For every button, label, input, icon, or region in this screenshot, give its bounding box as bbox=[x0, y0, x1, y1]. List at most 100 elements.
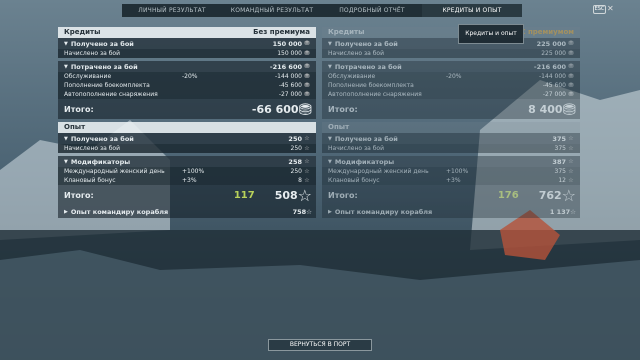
credits-icon: ⛃ bbox=[304, 73, 310, 80]
star-icon: ☆ bbox=[561, 185, 576, 205]
triangle-down-icon: ▼ bbox=[64, 158, 68, 165]
tooltip: Кредиты и опыт bbox=[458, 24, 524, 44]
modifiers-label: Модификаторы bbox=[334, 157, 395, 166]
triangle-down-icon: ▼ bbox=[328, 63, 332, 70]
tab-credits-experience[interactable]: КРЕДИТЫ И ОПЫТ bbox=[422, 4, 522, 17]
ammo-row: Пополнение боекомплекта -45 600 ⛃ bbox=[322, 81, 580, 90]
premium-panel: Кредиты С премиумом ▼ Получено за бой 225 … bbox=[322, 27, 580, 218]
credits-total-label: Итого: bbox=[64, 104, 94, 114]
credits-total-value: -66 600 bbox=[251, 102, 299, 116]
exp-accrued-row: Начислено за бой 375 ☆ bbox=[322, 144, 580, 153]
spent-value: -216 600 bbox=[269, 62, 302, 71]
free-exp-value: 117 bbox=[233, 189, 255, 201]
star-icon: ☆ bbox=[304, 135, 310, 142]
close-icon[interactable]: ✕ bbox=[607, 4, 614, 13]
exp-accrued-row: Начислено за бой 250 ☆ bbox=[58, 144, 316, 153]
return-to-port-button[interactable]: ВЕРНУТЬСЯ В ПОРТ bbox=[268, 339, 372, 351]
credits-icon: ⛃ bbox=[568, 50, 574, 57]
credits-icon: ⛃ bbox=[562, 99, 576, 119]
credits-icon: ⛃ bbox=[304, 50, 310, 57]
exp-earned-label: Получено за бой bbox=[70, 134, 134, 143]
credits-title: Кредиты bbox=[328, 28, 365, 36]
experience-title: Опыт bbox=[328, 123, 350, 131]
exp-total-value: 762 bbox=[538, 188, 562, 202]
womens-day-row: Международный женский день +100% 375 ☆ bbox=[322, 167, 580, 176]
exp-earned-label: Получено за бой bbox=[334, 134, 398, 143]
star-icon: ☆ bbox=[568, 135, 574, 142]
service-label: Обслуживание bbox=[328, 73, 376, 80]
clan-bonus-value: 12 bbox=[558, 177, 566, 184]
spent-row[interactable]: ▼ Потрачено за бой -216 600 ⛃ bbox=[58, 61, 316, 72]
ammo-row: Пополнение боекомплекта -45 600 ⛃ bbox=[58, 81, 316, 90]
credits-total-row: Итого: 8 400 ⛃ bbox=[322, 99, 580, 119]
exp-earned-row[interactable]: ▼ Получено за бой 375 ☆ bbox=[322, 133, 580, 144]
commander-exp-value: 1 137 bbox=[549, 207, 571, 216]
credits-icon: ⛃ bbox=[304, 82, 310, 89]
tab-personal-result[interactable]: ЛИЧНЫЙ РЕЗУЛЬТАТ bbox=[122, 4, 222, 17]
womens-day-value: 250 bbox=[290, 168, 302, 175]
credits-title: Кредиты bbox=[64, 28, 101, 36]
star-icon: ☆ bbox=[568, 177, 574, 184]
auto-supply-row: Автопополнение снаряжения -27 000 ⛃ bbox=[322, 90, 580, 99]
earned-row[interactable]: ▼ Получено за бой 225 000 ⛃ bbox=[322, 38, 580, 49]
service-percent: -20% bbox=[446, 73, 462, 80]
free-exp-value: 176 bbox=[497, 189, 519, 201]
commander-exp-label: Опыт командиру корабля bbox=[70, 207, 169, 216]
spent-label: Потрачено за бой bbox=[70, 62, 138, 71]
tab-team-result[interactable]: КОМАНДНЫЙ РЕЗУЛЬТАТ bbox=[222, 4, 322, 17]
credits-icon: ⛃ bbox=[568, 63, 574, 70]
womens-day-label: Международный женский день bbox=[64, 168, 165, 175]
modifiers-row[interactable]: ▼ Модификаторы 387 ☆ bbox=[322, 156, 580, 167]
accrued-value: 225 000 bbox=[541, 50, 566, 57]
credits-icon: ⛃ bbox=[568, 73, 574, 80]
auto-supply-value: -27 000 bbox=[542, 91, 566, 98]
earned-value: 150 000 bbox=[272, 39, 302, 48]
star-icon: ☆ bbox=[304, 145, 310, 152]
service-value: -144 000 bbox=[539, 73, 566, 80]
star-icon: ☆ bbox=[304, 168, 310, 175]
spent-label: Потрачено за бой bbox=[334, 62, 402, 71]
triangle-down-icon: ▼ bbox=[328, 158, 332, 165]
star-icon: ☆ bbox=[568, 145, 574, 152]
triangle-down-icon: ▼ bbox=[328, 40, 332, 47]
credits-icon: ⛃ bbox=[568, 91, 574, 98]
exp-total-value: 508 bbox=[274, 188, 298, 202]
service-row: Обслуживание -20% -144 000 ⛃ bbox=[58, 72, 316, 81]
auto-supply-value: -27 000 bbox=[278, 91, 302, 98]
star-icon: ☆ bbox=[306, 207, 312, 216]
premium-label: С премиумом bbox=[520, 28, 574, 36]
womens-day-label: Международный женский день bbox=[328, 168, 429, 175]
triangle-right-icon: ▶ bbox=[328, 208, 332, 215]
no-premium-label: Без премиума bbox=[253, 28, 310, 36]
clan-bonus-value: 8 bbox=[298, 177, 302, 184]
clan-bonus-row: Клановый бонус +3% 8 ☆ bbox=[58, 176, 316, 185]
spent-value: -216 600 bbox=[533, 62, 566, 71]
triangle-right-icon: ▶ bbox=[64, 208, 68, 215]
triangle-down-icon: ▼ bbox=[64, 135, 68, 142]
commander-exp-row[interactable]: ▶ Опыт командиру корабля 758 ☆ bbox=[58, 205, 316, 218]
exp-total-label: Итого: bbox=[328, 190, 358, 200]
credits-total-value: 8 400 bbox=[528, 102, 563, 116]
esc-button[interactable]: ESC bbox=[593, 5, 606, 14]
commander-exp-row[interactable]: ▶ Опыт командиру корабля 1 137 ☆ bbox=[322, 205, 580, 218]
auto-supply-label: Автопополнение снаряжения bbox=[64, 91, 158, 98]
exp-accrued-value: 250 bbox=[290, 145, 302, 152]
womens-day-percent: +100% bbox=[182, 168, 205, 175]
earned-label: Получено за бой bbox=[70, 39, 134, 48]
exp-total-row: Итого: 117 508 ☆ bbox=[58, 185, 316, 205]
exp-earned-row[interactable]: ▼ Получено за бой 250 ☆ bbox=[58, 133, 316, 144]
modifiers-row[interactable]: ▼ Модификаторы 258 ☆ bbox=[58, 156, 316, 167]
exp-earned-value: 250 bbox=[288, 134, 302, 143]
accrued-label: Начислено за бой bbox=[328, 50, 385, 57]
star-icon: ☆ bbox=[570, 207, 576, 216]
result-tabs: ЛИЧНЫЙ РЕЗУЛЬТАТ КОМАНДНЫЙ РЕЗУЛЬТАТ ПОД… bbox=[122, 4, 522, 17]
credits-icon: ⛃ bbox=[304, 40, 310, 47]
tab-detailed-report[interactable]: ПОДРОБНЫЙ ОТЧЁТ bbox=[322, 4, 422, 17]
triangle-down-icon: ▼ bbox=[328, 135, 332, 142]
womens-day-value: 375 bbox=[554, 168, 566, 175]
spent-row[interactable]: ▼ Потрачено за бой -216 600 ⛃ bbox=[322, 61, 580, 72]
credits-icon: ⛃ bbox=[304, 63, 310, 70]
exp-earned-value: 375 bbox=[552, 134, 566, 143]
service-percent: -20% bbox=[182, 73, 198, 80]
earned-row[interactable]: ▼ Получено за бой 150 000 ⛃ bbox=[58, 38, 316, 49]
